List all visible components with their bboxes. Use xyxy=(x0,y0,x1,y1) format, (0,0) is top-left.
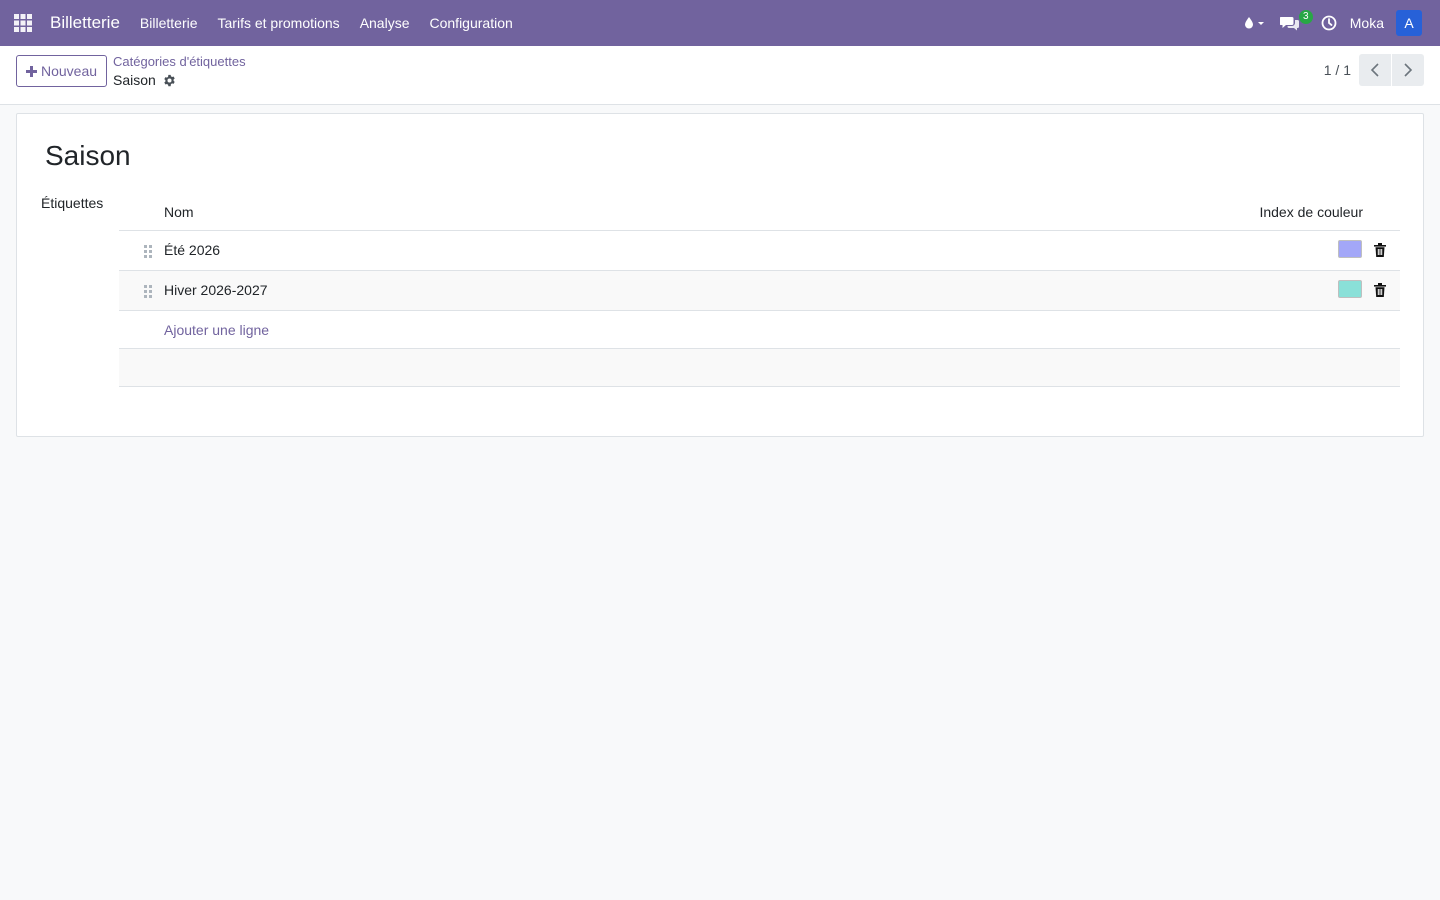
drop-icon xyxy=(1244,17,1264,29)
pager-next-button[interactable] xyxy=(1392,54,1424,86)
empty-list-row xyxy=(119,349,1400,387)
app-brand[interactable]: Billetterie xyxy=(50,13,120,33)
record-title-field[interactable]: Saison xyxy=(45,140,131,172)
messages-count-badge: 3 xyxy=(1298,10,1313,24)
tags-list: Nom Index de couleur Été 2026 Hiver 2026… xyxy=(119,194,1400,387)
theme-dropdown[interactable] xyxy=(1237,0,1273,46)
breadcrumb: Catégories d'étiquettes Saison xyxy=(113,54,246,89)
new-button[interactable]: Nouveau xyxy=(16,55,108,87)
color-index-swatch[interactable] xyxy=(1338,240,1362,258)
color-index-swatch[interactable] xyxy=(1338,280,1362,298)
drag-handle-icon[interactable] xyxy=(143,244,153,258)
column-header-name[interactable]: Nom xyxy=(164,204,194,220)
menu-billetterie[interactable]: Billetterie xyxy=(130,0,208,46)
pager-previous-button[interactable] xyxy=(1359,54,1391,86)
menu-tarifs-promotions[interactable]: Tarifs et promotions xyxy=(208,0,350,46)
gear-icon[interactable] xyxy=(163,74,176,87)
chevron-left-icon xyxy=(1370,63,1379,77)
apps-menu-icon[interactable] xyxy=(0,0,46,46)
form-sheet: Saison Étiquettes Nom Index de couleur É… xyxy=(16,113,1424,437)
trash-icon[interactable] xyxy=(1374,243,1386,257)
drag-handle-icon[interactable] xyxy=(143,284,153,298)
user-avatar[interactable]: A xyxy=(1396,10,1422,36)
table-row[interactable]: Été 2026 xyxy=(119,231,1400,271)
pager-value[interactable]: 1 / 1 xyxy=(1324,62,1351,78)
tag-name-cell[interactable]: Hiver 2026-2027 xyxy=(164,282,268,298)
breadcrumb-current-label: Saison xyxy=(113,72,156,88)
table-row[interactable]: Hiver 2026-2027 xyxy=(119,271,1400,311)
new-button-label: Nouveau xyxy=(41,63,98,79)
list-header: Nom Index de couleur xyxy=(119,194,1400,231)
main-navbar: Billetterie Billetterie Tarifs et promot… xyxy=(0,0,1440,46)
trash-icon[interactable] xyxy=(1374,283,1386,297)
control-panel: Nouveau Catégories d'étiquettes Saison 1… xyxy=(0,46,1440,105)
activity-button[interactable] xyxy=(1314,0,1344,46)
menu-analyse[interactable]: Analyse xyxy=(350,0,420,46)
pager: 1 / 1 xyxy=(1324,54,1424,86)
chat-icon xyxy=(1279,17,1299,31)
plus-icon xyxy=(26,65,37,77)
navbar-systray: 3 Moka A xyxy=(1237,0,1440,46)
company-switcher[interactable]: Moka xyxy=(1344,15,1396,31)
add-line-link[interactable]: Ajouter une ligne xyxy=(164,322,269,338)
menu-configuration[interactable]: Configuration xyxy=(420,0,523,46)
chevron-right-icon xyxy=(1404,63,1413,77)
messaging-button[interactable]: 3 xyxy=(1273,0,1314,46)
column-header-color[interactable]: Index de couleur xyxy=(1259,204,1363,220)
clock-icon xyxy=(1321,15,1337,31)
breadcrumb-current: Saison xyxy=(113,71,246,89)
breadcrumb-parent-link[interactable]: Catégories d'étiquettes xyxy=(113,54,246,70)
tag-name-cell[interactable]: Été 2026 xyxy=(164,242,220,258)
add-line-row: Ajouter une ligne xyxy=(119,311,1400,349)
tags-field-label: Étiquettes xyxy=(41,195,104,211)
